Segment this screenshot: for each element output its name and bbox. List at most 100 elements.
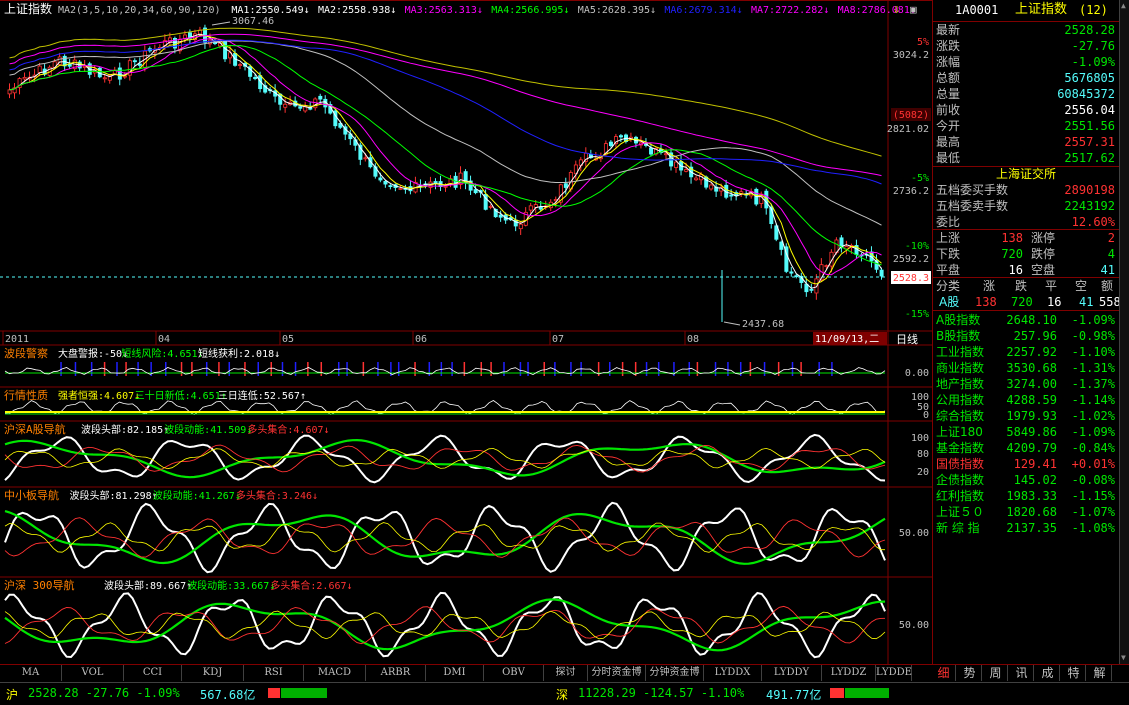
candle-body: [649, 147, 654, 155]
indicator-tab-lyddz[interactable]: LYDDZ: [822, 665, 876, 681]
index-name[interactable]: 商业指数: [936, 360, 984, 376]
quote-tab-1[interactable]: 势: [958, 665, 982, 681]
index-change: -1.15%: [1071, 489, 1115, 503]
index-name[interactable]: 地产指数: [936, 376, 984, 392]
index-name[interactable]: 基金指数: [936, 440, 984, 456]
indicator-tab-dmi[interactable]: DMI: [426, 665, 484, 681]
sh-breadth-bar: [268, 688, 328, 698]
quote-tab-3[interactable]: 讯: [1010, 665, 1034, 681]
index-value: 5849.86: [1006, 425, 1057, 439]
quote-header: 1A0001 上证指数 (12): [933, 2, 1119, 20]
quote-label: 最高: [936, 135, 961, 149]
quote-tab-5[interactable]: 特: [1062, 665, 1086, 681]
indicator-tab-lydde[interactable]: LYDDE: [876, 665, 912, 681]
breadth-row: 下跌 720 跌停 4: [933, 246, 1119, 262]
candle-body: [182, 34, 187, 39]
indicator-tab-lyddx[interactable]: LYDDX: [704, 665, 762, 681]
index-name[interactable]: B股指数: [936, 328, 980, 344]
scroll-down-icon[interactable]: ▼: [1121, 654, 1129, 662]
candle-body: [313, 98, 318, 109]
index-value: 1979.93: [1006, 409, 1057, 423]
order-label: 五档委卖手数: [936, 199, 1009, 213]
indicator-tab-arbr[interactable]: ARBR: [366, 665, 426, 681]
candle-body: [779, 241, 784, 250]
category-name[interactable]: A股: [939, 294, 959, 310]
panel-axis-tick: 50.00: [899, 620, 929, 631]
quote-tab-0[interactable]: 细: [932, 665, 956, 681]
indicator-tab-分钟资金博[interactable]: 分钟资金博: [646, 665, 704, 681]
y-axis-tick: -15%: [905, 309, 929, 320]
quote-row: 涨幅 -1.09%: [933, 54, 1119, 70]
quote-tab-2[interactable]: 周: [984, 665, 1008, 681]
panel-indicator-value: 多头集合:2.667↓: [270, 579, 352, 592]
y-axis-tick: 5%: [917, 37, 929, 48]
sz-prefix: 深: [556, 688, 569, 702]
index-name[interactable]: 新 综 指: [936, 520, 980, 536]
candle-body: [378, 177, 383, 181]
quote-label: 最低: [936, 151, 961, 165]
index-name[interactable]: 国债指数: [936, 456, 984, 472]
index-row: 上证５０ 1820.68 -1.07%: [933, 504, 1119, 520]
indicator-tab-vol[interactable]: VOL: [62, 665, 124, 681]
index-value: 1820.68: [1006, 505, 1057, 519]
category-header-cell: 平: [1045, 279, 1058, 293]
indicator-tab-探讨[interactable]: 探讨: [544, 665, 588, 681]
indicator-tab-rsi[interactable]: RSI: [244, 665, 304, 681]
index-row: 基金指数 4209.79 -0.84%: [933, 440, 1119, 456]
indicator-tab-obv[interactable]: OBV: [484, 665, 544, 681]
order-label: 委比: [936, 215, 961, 229]
panel-indicator-value: 三十日新低:4.651↑: [135, 389, 227, 402]
index-value: 3274.00: [1006, 377, 1057, 391]
index-row: A股指数 2648.10 -1.09%: [933, 312, 1119, 328]
indicator-tab-lyddy[interactable]: LYDDY: [762, 665, 822, 681]
panel-title: 沪深 300导航: [4, 578, 75, 592]
index-name[interactable]: 工业指数: [936, 344, 984, 360]
quote-panel-scrollbar[interactable]: ▲ ▼: [1119, 0, 1129, 664]
candle-body: [132, 60, 137, 63]
sz-index-text[interactable]: 11228.29 -124.57 -1.10%: [578, 686, 744, 700]
index-name[interactable]: 红利指数: [936, 488, 984, 504]
index-row: 红利指数 1983.33 -1.15%: [933, 488, 1119, 504]
candle-body: [298, 106, 303, 109]
index-name[interactable]: 综合指数: [936, 408, 984, 424]
candle-body: [518, 223, 523, 230]
kline-chart-svg[interactable]: 上证指数 MA2(3,5,10,20,34,60,90,120) MA1:2550.…: [0, 0, 932, 664]
breadth-label-2: 涨停: [1031, 231, 1056, 245]
candle-body: [388, 185, 393, 187]
candle-body: [398, 188, 403, 190]
quote-value: 2551.56: [1064, 119, 1115, 133]
quote-tab-6[interactable]: 解: [1088, 665, 1112, 681]
chart-background: [0, 0, 932, 664]
sh-index-text[interactable]: 2528.28 -27.76 -1.09%: [28, 686, 180, 700]
quote-tab-4[interactable]: 成: [1036, 665, 1060, 681]
chart-area[interactable]: 上证指数 MA2(3,5,10,20,34,60,90,120) MA1:2550.…: [0, 0, 932, 664]
index-name[interactable]: 公用指数: [936, 392, 984, 408]
chart-title: 上证指数: [4, 1, 52, 16]
indicator-tab-ma[interactable]: MA: [0, 665, 62, 681]
index-name[interactable]: 上证５０: [936, 504, 984, 520]
quote-value: 2556.04: [1064, 103, 1115, 117]
date-label: 11/09/13,二: [815, 334, 879, 345]
panel-axis-tick: 50.00: [899, 528, 929, 539]
indicator-tab-分时资金博[interactable]: 分时资金博: [588, 665, 646, 681]
indicator-tab-macd[interactable]: MACD: [304, 665, 366, 681]
candle-body: [684, 169, 689, 172]
quote-row: 涨跌 -27.76: [933, 38, 1119, 54]
scroll-up-icon[interactable]: ▲: [1121, 2, 1129, 10]
category-value: 16: [1047, 295, 1062, 309]
index-row: 工业指数 2257.92 -1.10%: [933, 344, 1119, 360]
candle-body: [879, 269, 884, 277]
index-row: 企债指数 145.02 -0.08%: [933, 472, 1119, 488]
indicator-tab-cci[interactable]: CCI: [124, 665, 182, 681]
panel-axis-tick: 20: [917, 467, 929, 478]
index-row: B股指数 257.96 -0.98%: [933, 328, 1119, 344]
x-axis-tick: 05: [282, 334, 294, 345]
ma-legend-item: MA3:2563.313↓: [405, 5, 483, 16]
index-name[interactable]: A股指数: [936, 312, 980, 328]
index-name[interactable]: 企债指数: [936, 472, 984, 488]
index-change: -0.98%: [1071, 329, 1115, 343]
panel-axis-tick: 100: [911, 433, 929, 444]
indicator-tab-kdj[interactable]: KDJ: [182, 665, 244, 681]
index-name[interactable]: 上证180: [936, 424, 983, 440]
order-value: 2890198: [1064, 183, 1115, 197]
